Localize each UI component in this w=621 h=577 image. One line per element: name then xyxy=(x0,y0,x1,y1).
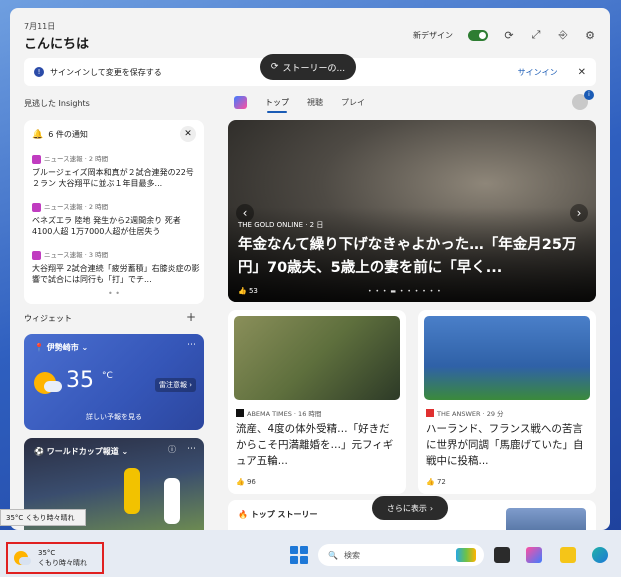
notification-item[interactable]: ニュース速報 · 3 時間 大谷翔平 2試合連続「疲労蓄積」右膝炎症の影響で試合… xyxy=(32,250,200,285)
notifications-title: 6 件の通知 xyxy=(48,130,88,139)
taskbar-weather-desc: くもり時々晴れ xyxy=(38,559,87,567)
sign-in-icon[interactable]: ⎆ xyxy=(557,28,569,42)
notification-item[interactable]: ニュース速報 · 2 時間 ベネズエラ 陸地 発生から2週間余り 死者4100人… xyxy=(32,202,200,237)
tab-top[interactable]: トップ xyxy=(265,97,289,113)
news-flash-icon xyxy=(32,251,41,260)
new-design-toggle[interactable] xyxy=(468,29,488,41)
refresh-story-icon: ⟳ xyxy=(270,62,279,72)
story-button-label: ストーリーの... xyxy=(282,63,346,74)
hero-title[interactable]: 年金なんて繰り下げなきゃよかった…「年金月25万円」70歳夫、5歳上の妻を前に「… xyxy=(238,234,588,280)
cloud-shape xyxy=(44,381,62,392)
top-stories-image xyxy=(506,508,586,530)
widgets-panel: 7月11日 こんにちは 新デザイン ⟳ ⤢ ⎆ ⚙ ⟳ ストーリーの... ! … xyxy=(10,8,610,530)
more-options-icon[interactable]: ⋯ xyxy=(187,444,196,454)
file-explorer-icon[interactable] xyxy=(560,547,576,563)
article-card[interactable]: ABEMA TIMES · 16 時間 流産、4度の体外受精…「好きだからこそ円… xyxy=(228,310,406,494)
taskbar: 35°C くもり時々晴れ 🔍 検索 xyxy=(0,530,621,577)
notification-text: 大谷翔平 2試合連続「疲労蓄積」右膝炎症の影響で試合には同行も「打」でチ... xyxy=(32,264,200,284)
new-design-label: 新デザイン xyxy=(413,30,453,40)
weather-temperature: 35 xyxy=(66,368,94,393)
info-icon: ! xyxy=(34,67,44,77)
signin-message: サインインして変更を保存する xyxy=(50,67,162,77)
refresh-icon[interactable]: ⟳ xyxy=(503,29,515,42)
taskbar-temp: 35°C xyxy=(38,549,56,557)
tab-play[interactable]: プレイ xyxy=(341,97,365,108)
pager-dots[interactable]: • • xyxy=(108,289,120,298)
partly-cloudy-icon xyxy=(14,551,31,565)
weather-tooltip: 35°C くもり時々晴れ xyxy=(0,509,86,526)
article-image xyxy=(424,316,590,400)
insights-title: 見逃した Insights xyxy=(24,99,90,108)
search-highlight-icon xyxy=(456,548,476,562)
expand-icon[interactable]: ⤢ xyxy=(530,28,542,42)
notification-source: ニュース速報 · 2 時間 xyxy=(44,155,109,163)
story-button[interactable]: ⟳ ストーリーの... xyxy=(260,54,356,80)
article-card[interactable]: THE ANSWER · 29 分 ハーランド、フランス戦への苦言に世界が同調「… xyxy=(418,310,596,494)
weather-alert[interactable]: 雷注意報 › xyxy=(154,378,196,392)
hero-source: THE GOLD ONLINE · 2 日 xyxy=(238,221,324,229)
widgets-title: ウィジェット xyxy=(24,314,72,323)
weather-widget[interactable]: 📍 伊勢崎市 ⌄ ⋯ 35 °C 雷注意報 › 詳しい予報を見る xyxy=(24,334,204,430)
search-input[interactable]: 🔍 検索 xyxy=(318,544,484,566)
article-source: ABEMA TIMES · 16 時間 xyxy=(247,410,322,418)
bell-icon: 🔔 xyxy=(32,129,44,140)
header-greeting: こんにちは xyxy=(24,37,90,52)
weather-location[interactable]: 📍 伊勢崎市 ⌄ xyxy=(34,342,88,353)
article-image xyxy=(234,316,400,400)
article-title[interactable]: ハーランド、フランス戦への苦言に世界が同調「馬鹿げていた」自戦中に投稿... xyxy=(426,421,590,469)
weather-unit: °C xyxy=(102,371,113,381)
show-more-button[interactable]: さらに表示 › xyxy=(372,496,448,520)
signin-link[interactable]: サインイン xyxy=(518,67,558,78)
forecast-link[interactable]: 詳しい予報を見る xyxy=(24,412,204,422)
notification-source: ニュース速報 · 2 時間 xyxy=(44,203,109,211)
publisher-logo-icon xyxy=(236,409,244,417)
header-controls: 新デザイン ⟳ ⤢ ⎆ ⚙ xyxy=(413,28,596,42)
search-placeholder: 検索 xyxy=(343,550,360,560)
start-menu-icon[interactable] xyxy=(290,546,308,564)
hero-likes[interactable]: 👍 53 xyxy=(238,287,258,295)
notification-item[interactable]: ニュース速報 · 2 時間 ブルージェイズ岡本和真が２試合連発の22号２ラン 大… xyxy=(32,154,200,189)
copilot-logo-icon xyxy=(234,96,247,109)
article-title[interactable]: 流産、4度の体外受精…「好きだからこそ円満離婚を…」元フィギュア五輪... xyxy=(236,421,400,469)
news-flash-icon xyxy=(32,155,41,164)
top-stories-title: 🔥 トップ ストーリー xyxy=(238,510,318,519)
news-flash-icon xyxy=(32,203,41,212)
hero-article[interactable]: ‹ › THE GOLD ONLINE · 2 日 年金なんて繰り下げなきゃよか… xyxy=(228,120,596,302)
chevron-right-icon[interactable]: › xyxy=(570,204,588,222)
chevron-right-icon: › xyxy=(429,503,434,513)
publisher-logo-icon xyxy=(426,409,434,417)
task-view-icon[interactable] xyxy=(494,547,510,563)
settings-gear-icon[interactable]: ⚙ xyxy=(584,29,596,42)
more-options-icon[interactable]: ⋯ xyxy=(187,340,196,350)
add-widget-icon[interactable]: + xyxy=(186,310,196,324)
show-more-label: さらに表示 xyxy=(386,503,427,513)
article-likes[interactable]: 👍 72 xyxy=(426,478,446,486)
feed-tabs: トップ 視聴 プレイ xyxy=(234,96,365,113)
close-notifications-icon[interactable]: ✕ xyxy=(180,126,196,142)
worldcup-title: ⚽ ワールドカップ報道 ⌄ xyxy=(34,447,129,456)
edge-browser-icon[interactable] xyxy=(592,547,608,563)
player-figure xyxy=(124,468,140,514)
header-date: 7月11日 xyxy=(24,22,56,31)
notifications-header: 🔔 6 件の通知 xyxy=(32,129,88,140)
notification-text: ベネズエラ 陸地 発生から2週間余り 死者4100人超 1万7000人超が住居失… xyxy=(32,216,181,236)
copilot-icon[interactable] xyxy=(526,547,542,563)
notification-badge-icon: i xyxy=(584,90,594,100)
carousel-dots: • • • ▬ • • • • • • xyxy=(368,288,442,295)
player-figure xyxy=(164,478,180,524)
info-circle-icon[interactable]: ⓘ xyxy=(168,444,176,455)
notifications-card: 🔔 6 件の通知 ✕ ニュース速報 · 2 時間 ブルージェイズ岡本和真が２試合… xyxy=(24,120,204,304)
notification-source: ニュース速報 · 3 時間 xyxy=(44,251,109,259)
taskbar-weather-button[interactable]: 35°C くもり時々晴れ xyxy=(6,542,104,574)
notification-text: ブルージェイズ岡本和真が２試合連発の22号２ラン 大谷翔平に並ぶ１年目最多... xyxy=(32,168,194,188)
close-icon[interactable]: ✕ xyxy=(578,67,586,78)
tab-watch[interactable]: 視聴 xyxy=(307,97,323,108)
article-source: THE ANSWER · 29 分 xyxy=(437,410,504,418)
article-likes[interactable]: 👍 96 xyxy=(236,478,256,486)
search-icon: 🔍 xyxy=(328,550,338,560)
